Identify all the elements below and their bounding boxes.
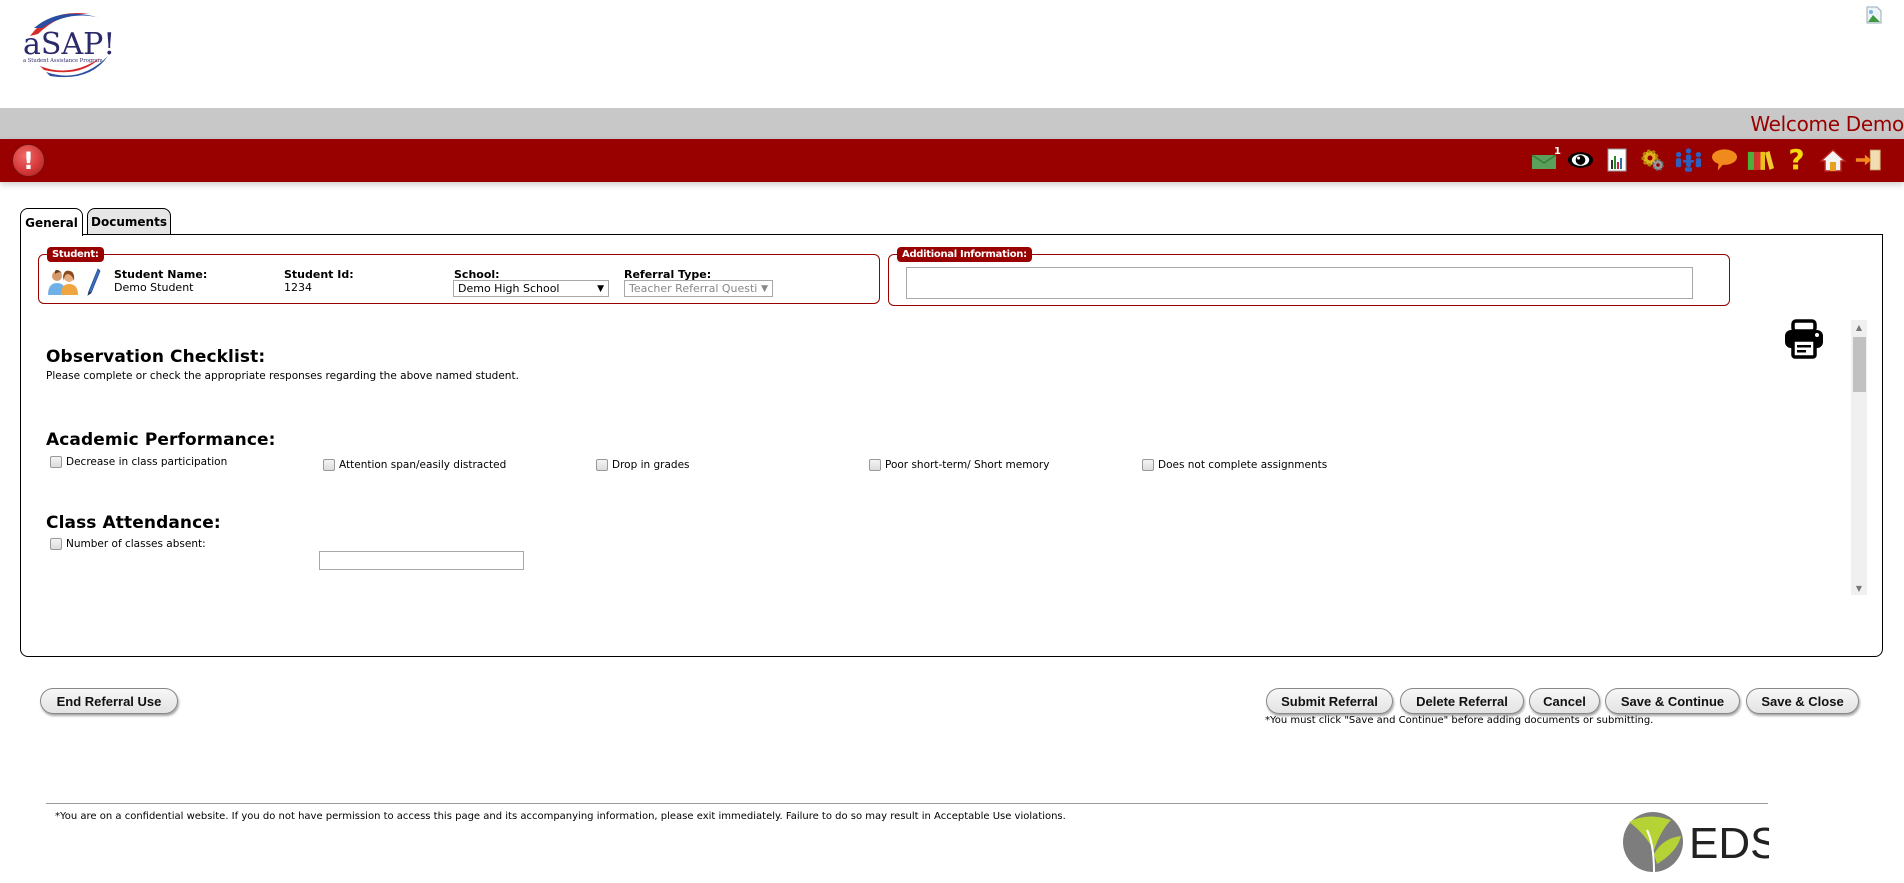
scrollbar-thumb[interactable] [1853, 337, 1866, 392]
student-id-value: 1234 [284, 281, 312, 294]
checkbox[interactable] [50, 456, 62, 468]
students-icon [47, 269, 79, 299]
student-legend: Student: [47, 247, 104, 262]
eye-icon[interactable] [1567, 145, 1594, 175]
checkbox[interactable] [323, 459, 335, 471]
footer-divider [46, 803, 1768, 804]
checkbox-decrease-participation[interactable]: Decrease in class participation [50, 456, 227, 468]
tab-general[interactable]: General [20, 208, 83, 236]
help-icon[interactable]: ? [1783, 145, 1810, 175]
toolbar: 1 ? [1531, 145, 1882, 175]
end-referral-use-button[interactable]: End Referral Use [40, 688, 178, 714]
home-icon[interactable] [1819, 145, 1846, 175]
save-close-button[interactable]: Save & Close [1746, 688, 1859, 714]
additional-info-input[interactable] [906, 267, 1693, 299]
checkbox-drop-in-grades[interactable]: Drop in grades [596, 459, 690, 471]
scroll-down-arrow-icon[interactable]: ▼ [1851, 581, 1867, 595]
chevron-down-icon: ▼ [597, 283, 604, 294]
chat-bubble-icon[interactable] [1711, 145, 1738, 175]
tab-documents[interactable]: Documents [87, 208, 171, 235]
welcome-text: Welcome Demo [1750, 112, 1904, 136]
checkbox-attention-span[interactable]: Attention span/easily distracted [323, 459, 506, 471]
checklist-instructions: Please complete or check the appropriate… [46, 370, 519, 382]
confidential-disclaimer: *You are on a confidential website. If y… [55, 811, 1066, 822]
checkbox-poor-memory[interactable]: Poor short-term/ Short memory [869, 459, 1049, 471]
logout-icon[interactable] [1855, 145, 1882, 175]
checkbox[interactable] [869, 459, 881, 471]
asap-logo[interactable]: aSAP! a Student Assistance Program [20, 8, 115, 80]
checkbox-incomplete-assignments[interactable]: Does not complete assignments [1142, 459, 1327, 471]
report-icon[interactable] [1603, 145, 1630, 175]
checkbox-classes-absent[interactable]: Number of classes absent: [50, 538, 206, 550]
additional-info-legend: Additional Information: [897, 247, 1032, 262]
cancel-button[interactable]: Cancel [1529, 688, 1600, 714]
alert-icon[interactable]: ! [12, 144, 45, 177]
student-id-label: Student Id: [284, 268, 354, 281]
nav-bar: ! 1 ? [0, 139, 1904, 182]
student-name-value: Demo Student [114, 281, 194, 294]
student-name-label: Student Name: [114, 268, 208, 281]
welcome-bar: Welcome Demo [0, 108, 1904, 139]
additional-info-fieldset: Additional Information: [888, 247, 1730, 306]
books-icon[interactable] [1747, 145, 1774, 175]
logo-title: aSAP! [23, 27, 112, 62]
class-attendance-title: Class Attendance: [46, 513, 221, 533]
message-count-badge: 1 [1554, 146, 1561, 157]
edit-pencil-icon[interactable] [87, 268, 101, 300]
checkbox[interactable] [50, 538, 62, 550]
observation-checklist-title: Observation Checklist: [46, 347, 266, 367]
save-note: *You must click "Save and Continue" befo… [1265, 715, 1654, 726]
eds-brand-text: EDS [1689, 819, 1769, 868]
save-continue-button[interactable]: Save & Continue [1605, 688, 1740, 714]
broken-image-icon [1866, 6, 1884, 24]
referral-type-select: Teacher Referral Questionı▼ [624, 280, 773, 297]
school-select[interactable]: Demo High School ▼ [453, 280, 609, 297]
classes-absent-input[interactable] [319, 551, 524, 570]
checklist-scrollbar[interactable]: ▲ ▼ [1851, 320, 1867, 595]
checkbox[interactable] [1142, 459, 1154, 471]
messages-icon[interactable]: 1 [1531, 145, 1561, 175]
student-fieldset: Student: Student Name: Demo Student Stud… [38, 247, 880, 304]
scroll-up-arrow-icon[interactable]: ▲ [1851, 320, 1867, 334]
logo-subtitle: a Student Assistance Program [23, 58, 103, 64]
chevron-down-icon: ▼ [761, 283, 768, 294]
eds-logo: EDS [1621, 810, 1779, 874]
checkbox[interactable] [596, 459, 608, 471]
submit-referral-button[interactable]: Submit Referral [1266, 688, 1393, 714]
checklist-scroll-area: Observation Checklist: Please complete o… [46, 320, 1846, 595]
settings-gear-icon[interactable] [1639, 145, 1666, 175]
team-meeting-icon[interactable] [1675, 145, 1702, 175]
delete-referral-button[interactable]: Delete Referral [1400, 688, 1524, 714]
academic-performance-title: Academic Performance: [46, 430, 276, 450]
